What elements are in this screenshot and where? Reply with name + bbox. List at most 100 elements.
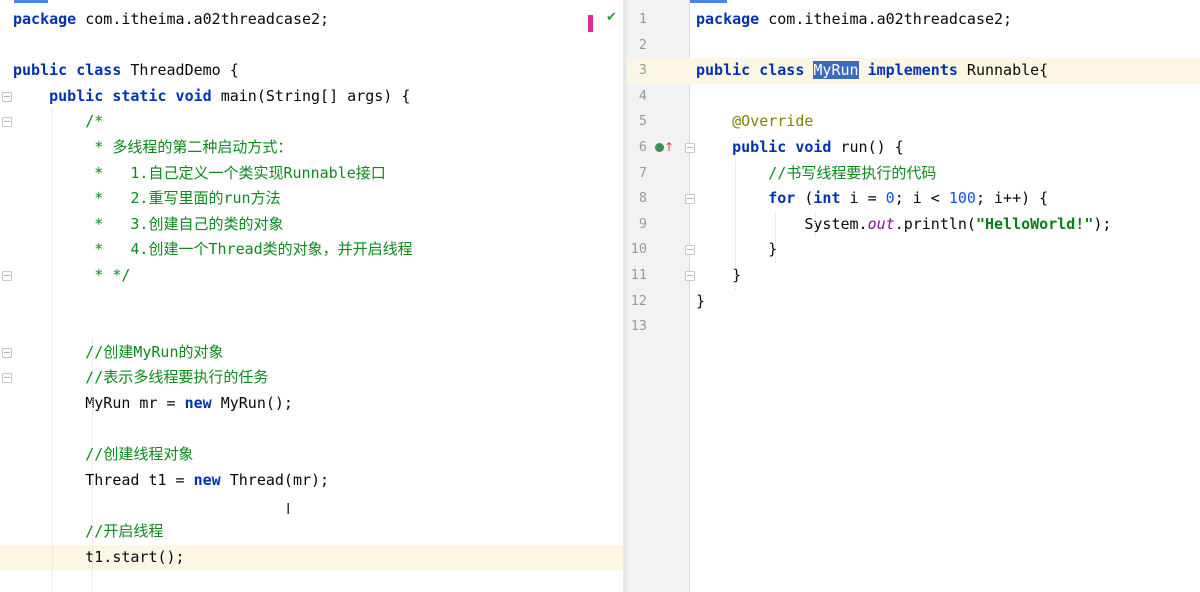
right-editor-pane[interactable]: 1 package com.itheima.a02threadcase2; 2 3 pu… xyxy=(627,0,1200,592)
code-text: public static void main(String[] args) { xyxy=(13,84,410,110)
code-token: 接口 xyxy=(355,163,386,182)
code-token: 的对象 xyxy=(178,342,224,361)
line-number: 5 xyxy=(638,113,647,130)
code-token: for xyxy=(768,189,796,208)
code-token: ; i++) { xyxy=(975,189,1049,208)
code-token: @Override xyxy=(732,112,814,131)
code-token: 表示多线程要执行的任务 xyxy=(103,368,269,387)
code-line[interactable]: 1 package com.itheima.a02threadcase2; xyxy=(627,7,1200,33)
code-text: * 4.创建一个Thread类的对象，并开启线程 xyxy=(13,237,413,263)
fold-marker-icon[interactable] xyxy=(2,91,12,102)
code-line[interactable]: 5 @Override xyxy=(627,109,1200,135)
fold-marker-icon[interactable] xyxy=(2,347,12,358)
code-line[interactable]: 6 ↑ public void run() { xyxy=(627,135,1200,161)
code-text: /* xyxy=(13,109,103,135)
implements-method-icon[interactable]: ↑ xyxy=(655,141,674,155)
code-line[interactable]: 11 } xyxy=(627,263,1200,289)
code-token: new xyxy=(184,394,212,412)
code-line[interactable]: * 多线程的第二种启动方式： xyxy=(0,135,623,161)
code-token: 创建 xyxy=(103,342,134,361)
code-token: * 4. xyxy=(94,240,149,259)
code-line[interactable]: * 3.创建自己的类的对象 xyxy=(0,212,623,238)
code-token: run xyxy=(223,189,251,208)
code-line[interactable]: 4 xyxy=(627,84,1200,110)
indent-guide xyxy=(775,211,777,263)
code-line[interactable]: * 2.重写里面的run方法 xyxy=(0,186,623,212)
line-number: 10 xyxy=(630,241,647,258)
code-token: 创建线程对象 xyxy=(103,445,194,464)
indent-guide xyxy=(52,109,54,592)
fold-marker-icon[interactable] xyxy=(685,143,695,153)
code-line[interactable]: 2 xyxy=(627,33,1200,59)
code-token: Thread xyxy=(208,240,263,259)
code-line[interactable]: * 4.创建一个Thread类的对象，并开启线程 xyxy=(0,237,623,263)
code-line[interactable] xyxy=(0,314,623,340)
code-line[interactable]: /* xyxy=(0,109,623,135)
code-text: t1.start(); xyxy=(13,545,184,571)
fold-marker-icon[interactable] xyxy=(2,373,12,384)
code-token: // xyxy=(85,368,104,387)
code-token: 开启线程 xyxy=(103,522,164,540)
code-token: .println( xyxy=(894,214,976,233)
code-line[interactable]: public class ThreadDemo { xyxy=(0,58,623,84)
code-line[interactable]: 10 } xyxy=(627,237,1200,263)
check-icon[interactable]: ✔ xyxy=(606,10,617,25)
code-token: Runnable xyxy=(283,163,356,182)
code-text: public class MyRun implements Runnable{ xyxy=(696,58,1048,84)
code-token: public class xyxy=(13,61,122,80)
line-number: 9 xyxy=(638,215,647,232)
line-number: 2 xyxy=(638,36,647,53)
code-token: 类的对象，并开启线程 xyxy=(262,240,413,259)
code-line[interactable] xyxy=(0,33,623,59)
code-line[interactable]: 8 for (int i = 0; i < 100; i++) { xyxy=(627,186,1200,212)
code-token: out xyxy=(867,214,895,233)
code-token: Runnable{ xyxy=(957,61,1049,80)
code-text: //开启线程 xyxy=(13,519,163,545)
line-number: 8 xyxy=(638,190,647,207)
code-token: /* xyxy=(85,112,104,131)
code-token: // xyxy=(85,522,104,540)
fold-marker-icon[interactable] xyxy=(685,194,695,205)
line-number: 11 xyxy=(630,267,647,283)
code-text: } xyxy=(696,289,705,315)
code-token: ( xyxy=(795,189,814,208)
error-stripe-marker[interactable] xyxy=(588,15,593,32)
code-line[interactable]: * */ xyxy=(0,263,623,289)
code-token: Thread(mr); xyxy=(220,470,330,489)
code-token: main(String[] args) { xyxy=(211,86,411,105)
code-token: 自己定义一个类实现 xyxy=(148,163,284,182)
code-token: 创建一个 xyxy=(148,240,209,259)
fold-marker-icon[interactable] xyxy=(2,271,12,281)
line-number: 6 xyxy=(638,139,647,155)
code-line[interactable] xyxy=(0,289,623,315)
i-beam-cursor-icon: I xyxy=(286,500,291,518)
code-text: MyRun mr = new MyRun(); xyxy=(13,391,293,417)
fold-marker-icon[interactable] xyxy=(685,245,695,256)
code-line[interactable]: 13 xyxy=(627,314,1200,340)
code-line[interactable]: package com.itheima.a02threadcase2; xyxy=(0,7,623,33)
code-token: 多线程的第二种启动方式： xyxy=(112,138,293,156)
code-token: // xyxy=(85,445,104,464)
fold-marker-icon[interactable] xyxy=(685,271,695,281)
code-text: Thread t1 = new Thread(mr); xyxy=(13,468,329,494)
fold-marker-icon[interactable] xyxy=(2,117,12,128)
code-line[interactable]: * 1.自己定义一个类实现Runnable接口 xyxy=(0,161,623,187)
code-token: ; i < xyxy=(894,189,949,208)
code-line[interactable]: 12} xyxy=(627,289,1200,315)
code-line[interactable]: public static void main(String[] args) { xyxy=(0,84,623,110)
code-line[interactable]: 9 System.out.println("HelloWorld!"); xyxy=(627,212,1200,238)
code-line[interactable]: 3 public class MyRun implements Runnable{ xyxy=(627,58,1200,84)
code-token: 重写里面的 xyxy=(148,189,224,208)
code-line[interactable]: 7 //书写线程要执行的代码 xyxy=(627,161,1200,187)
left-editor-pane[interactable]: package com.itheima.a02threadcase2; publi… xyxy=(0,0,623,592)
code-token: public static void xyxy=(49,86,212,105)
code-text: for (int i = 0; i < 100; i++) { xyxy=(696,186,1048,212)
code-text: * 多线程的第二种启动方式： xyxy=(13,135,292,161)
